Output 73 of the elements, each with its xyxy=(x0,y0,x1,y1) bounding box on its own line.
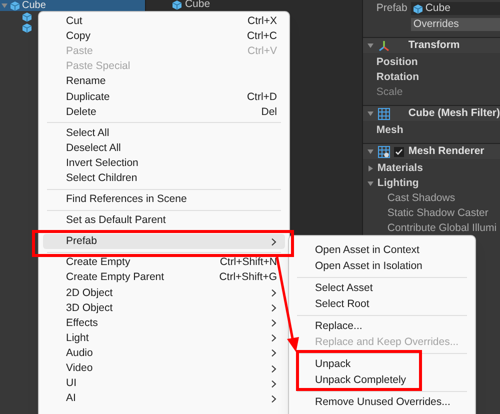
component-header[interactable]: Mesh Renderer xyxy=(363,143,500,159)
menu-item[interactable]: Find References in Scene xyxy=(43,192,285,208)
menu-item[interactable]: AI xyxy=(43,391,285,406)
shortcut-label: Ctrl+Shift+G xyxy=(219,270,277,286)
menu-item[interactable]: Deselect All xyxy=(43,140,285,156)
hierarchy-label: Cube xyxy=(22,0,46,11)
chevron-icon xyxy=(271,238,277,246)
property-label: Rotation xyxy=(375,70,420,85)
cube-icon xyxy=(413,4,424,14)
menu-item[interactable]: Delete Del xyxy=(43,104,285,120)
foldout-arrow-icon[interactable] xyxy=(367,165,374,172)
expand-arrow-icon[interactable] xyxy=(1,2,8,9)
enabled-checkbox[interactable] xyxy=(394,146,404,156)
menu-item[interactable]: Light xyxy=(43,330,285,346)
menu-item[interactable]: Select All xyxy=(43,126,285,141)
shortcut-label: Ctrl+V xyxy=(248,44,277,60)
foldout-arrow-icon[interactable] xyxy=(367,110,374,117)
shortcut-label: Ctrl+D xyxy=(246,90,277,105)
menu-item[interactable]: Copy Ctrl+C xyxy=(43,29,285,44)
property-label: Cast Shadows xyxy=(386,191,456,206)
property-label: Static Shadow Caster xyxy=(386,206,490,221)
property-label: Scale xyxy=(375,85,404,100)
menu-item[interactable]: Audio xyxy=(43,346,285,361)
foldout-arrow-icon[interactable] xyxy=(367,42,374,49)
menu-item[interactable]: Effects xyxy=(43,316,285,331)
component-title: Cube (Mesh Filter) xyxy=(408,106,500,121)
menu-item[interactable]: Select Asset xyxy=(315,280,373,296)
menu-item[interactable]: Set as Default Parent xyxy=(43,213,285,228)
property-label: Position xyxy=(375,55,419,70)
shortcut-label: Ctrl+X xyxy=(248,14,277,30)
component-title: Mesh Renderer xyxy=(408,144,484,159)
component-header[interactable]: Cube (Mesh Filter) xyxy=(363,105,500,121)
menu-item[interactable]: Unpack xyxy=(315,356,351,372)
menu-item[interactable]: Open Asset in Context xyxy=(315,242,420,258)
overrides-dropdown[interactable]: Overrides xyxy=(411,18,500,31)
grid-icon xyxy=(378,146,390,158)
menu-item[interactable]: Remove Unused Overrides... xyxy=(315,394,450,410)
menu-item[interactable]: UI xyxy=(43,376,285,392)
prefab-field[interactable]: Cube xyxy=(411,2,500,15)
menu-item[interactable]: Replace... xyxy=(315,318,362,334)
foldout-row[interactable]: Lighting xyxy=(363,176,500,191)
menu-item[interactable]: Duplicate Ctrl+D xyxy=(43,89,285,105)
property-label: Contribute Global Illumi xyxy=(386,221,498,236)
menu-item[interactable]: Invert Selection xyxy=(43,156,285,171)
shortcut-label: Ctrl+C xyxy=(246,29,277,44)
menu-item[interactable]: Prefab xyxy=(43,234,285,250)
grid-icon xyxy=(378,108,390,120)
menu-item[interactable]: Select Children xyxy=(43,170,285,186)
cube-icon xyxy=(10,0,20,10)
cube-icon xyxy=(172,0,182,10)
menu-item[interactable]: Select Root xyxy=(315,296,370,312)
foldout-arrow-icon[interactable] xyxy=(367,180,374,187)
cube-icon xyxy=(22,12,32,22)
menu-item[interactable]: 2D Object xyxy=(43,286,285,301)
menu-item[interactable]: Unpack Completely xyxy=(315,372,406,388)
axes-icon xyxy=(378,40,390,52)
menu-item[interactable]: 3D Object xyxy=(43,300,285,316)
foldout-row[interactable]: Materials xyxy=(363,161,500,176)
property-label: Mesh xyxy=(375,123,404,138)
menu-item[interactable]: Create Empty Ctrl+Shift+N xyxy=(43,255,285,270)
prefab-label: Prefab xyxy=(376,0,408,16)
menu-item[interactable]: Open Asset in Isolation xyxy=(315,258,422,274)
cube-icon xyxy=(22,22,32,32)
shortcut-label: Ctrl+Shift+N xyxy=(220,255,277,270)
shortcut-label: Del xyxy=(261,104,277,120)
menu-item[interactable]: Cut Ctrl+X xyxy=(43,14,285,30)
component-title: Transform xyxy=(408,38,460,53)
menu-item[interactable]: Video xyxy=(43,360,285,376)
menu-item[interactable]: Create Empty Parent Ctrl+Shift+G xyxy=(43,270,285,286)
component-header[interactable]: Transform xyxy=(363,37,500,53)
hierarchy-row[interactable]: Cube xyxy=(0,0,145,11)
foldout-arrow-icon[interactable] xyxy=(367,148,374,155)
menu-item[interactable]: Rename xyxy=(43,74,285,90)
